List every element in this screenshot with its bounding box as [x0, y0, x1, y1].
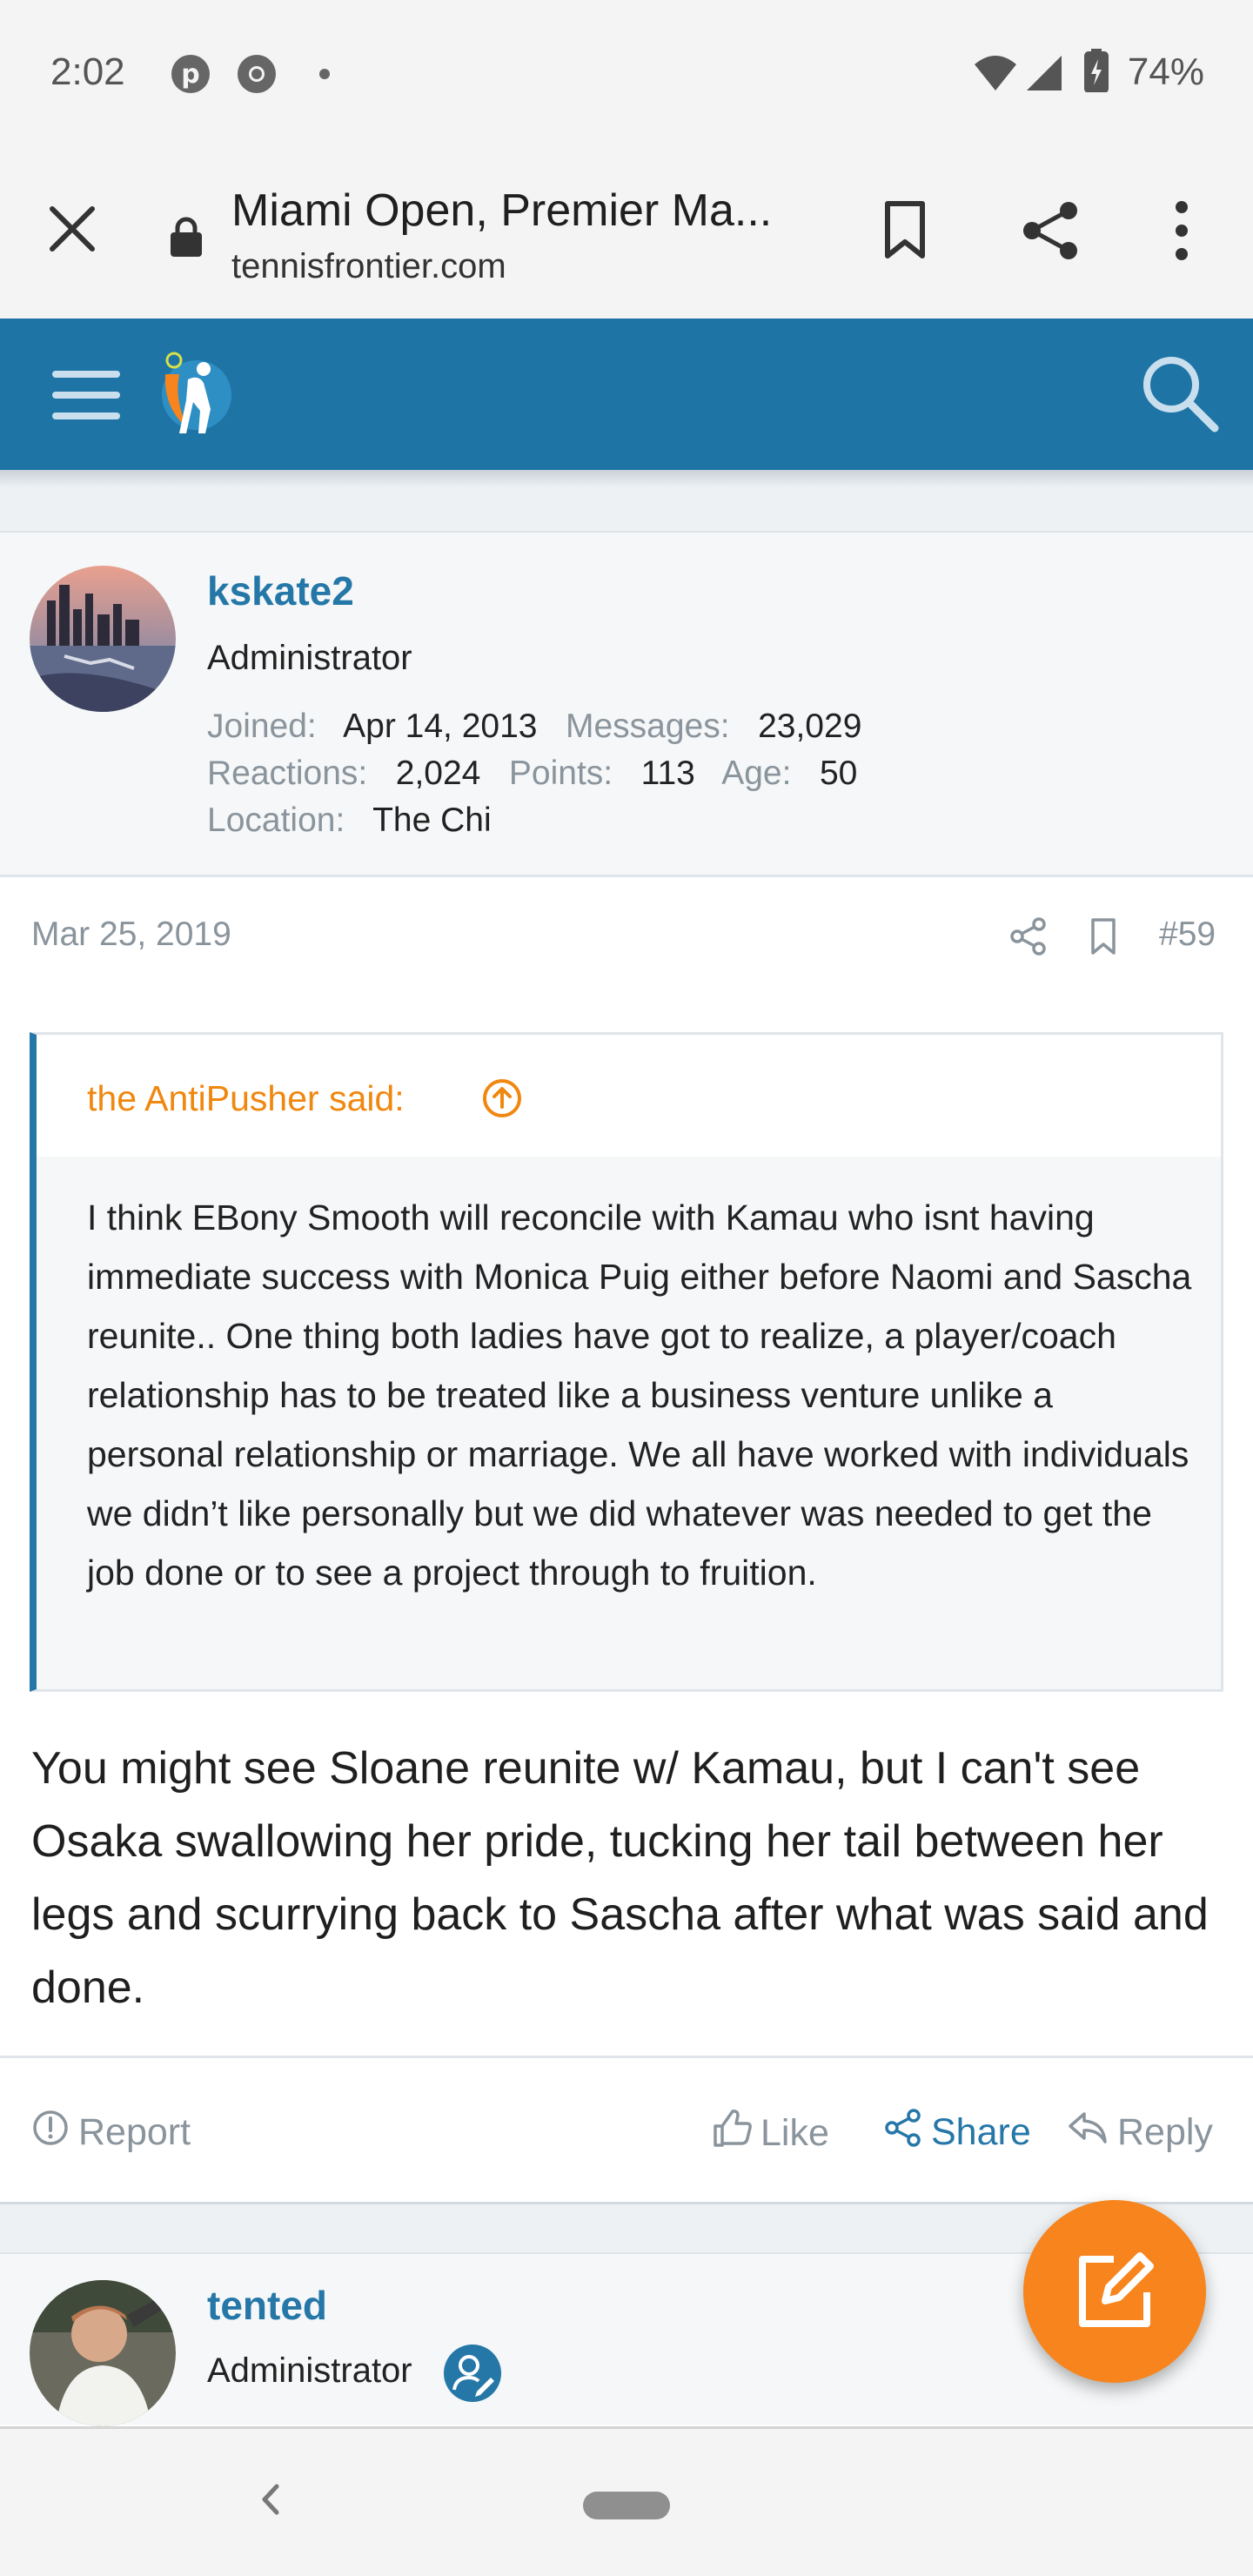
- reactions-label: Reactions:: [207, 755, 368, 792]
- messages-label: Messages:: [565, 708, 730, 745]
- bookmark-icon[interactable]: [879, 198, 931, 265]
- page-gap: [0, 487, 1253, 533]
- status-time: 2:02: [50, 50, 125, 93]
- like-button[interactable]: Like: [712, 2109, 829, 2158]
- reply-icon: [1067, 2109, 1109, 2157]
- post-actions: Report Like Share Reply: [0, 2056, 1253, 2202]
- logo-icon[interactable]: [153, 348, 237, 443]
- site-header: [0, 319, 1253, 470]
- header-shadow: [0, 470, 1253, 487]
- username[interactable]: tented: [207, 2282, 327, 2329]
- pinterest-icon: p: [171, 54, 211, 98]
- arrow-up-circle-icon[interactable]: [482, 1078, 522, 1123]
- back-icon[interactable]: [258, 2478, 284, 2526]
- user-title: Administrator: [207, 639, 412, 677]
- system-nav-bar: [0, 2426, 1253, 2576]
- quote-header[interactable]: the AntiPusher said:: [37, 1035, 1221, 1157]
- share-button[interactable]: Share: [884, 2109, 1031, 2157]
- staff-badge-icon: [442, 2343, 503, 2408]
- share-icon[interactable]: [1018, 198, 1082, 267]
- notification-dot-icon: [318, 68, 331, 84]
- battery-icon: [1084, 49, 1109, 97]
- home-pill[interactable]: [583, 2492, 670, 2519]
- search-icon[interactable]: [1138, 352, 1222, 439]
- post-date[interactable]: Mar 25, 2019: [31, 916, 231, 954]
- quote-text: I think EBony Smooth will reconcile with…: [87, 1197, 1192, 1593]
- joined-value: Apr 14, 2013: [343, 708, 538, 745]
- thumbs-up-icon: [712, 2109, 752, 2158]
- quote-block: the AntiPusher said: I think EBony Smoot…: [30, 1032, 1223, 1692]
- post-meta: Mar 25, 2019 #59: [0, 879, 1253, 992]
- location-value: The Chi: [372, 802, 492, 839]
- hamburger-icon[interactable]: [52, 367, 120, 427]
- age-value: 50: [819, 755, 858, 792]
- new-post-button[interactable]: [1023, 2200, 1206, 2383]
- username[interactable]: kskate2: [207, 567, 354, 614]
- avatar[interactable]: [30, 2280, 176, 2426]
- page-domain: tennisfrontier.com: [231, 247, 506, 285]
- chrome-icon: [237, 54, 277, 98]
- share-label: Share: [931, 2111, 1031, 2153]
- close-icon[interactable]: [45, 202, 99, 260]
- svg-text:p: p: [181, 59, 199, 90]
- browser-toolbar: Miami Open, Premier Ma... tennisfrontier…: [0, 150, 1253, 319]
- page-title: Miami Open, Premier Ma...: [231, 185, 773, 236]
- location-label: Location:: [207, 802, 345, 839]
- bookmark-icon[interactable]: [1086, 917, 1121, 960]
- report-label: Report: [78, 2111, 191, 2153]
- wifi-icon: [973, 54, 1018, 97]
- status-bar: 2:02 p 74%: [0, 0, 1253, 150]
- like-label: Like: [761, 2112, 829, 2154]
- points-label: Points:: [508, 755, 613, 792]
- post-user-info: kskate2 Administrator Joined: Apr 14, 20…: [0, 533, 1253, 877]
- messages-value: 23,029: [758, 708, 862, 745]
- lock-icon: [169, 216, 204, 262]
- joined-label: Joined:: [207, 708, 317, 745]
- quote-author[interactable]: the AntiPusher said:: [87, 1078, 405, 1119]
- more-icon[interactable]: [1166, 198, 1197, 267]
- reply-button[interactable]: Reply: [1067, 2109, 1213, 2157]
- battery-percent: 74%: [1127, 50, 1204, 93]
- share-icon: [884, 2109, 922, 2157]
- age-label: Age:: [721, 755, 792, 792]
- user-title: Administrator: [207, 2351, 412, 2390]
- points-value: 113: [640, 755, 695, 792]
- report-button[interactable]: Report: [31, 2109, 191, 2157]
- signal-icon: [1025, 54, 1063, 97]
- reply-label: Reply: [1117, 2111, 1213, 2153]
- user-stats: Joined: Apr 14, 2013 Messages: 23,029 Re…: [207, 703, 861, 844]
- avatar[interactable]: [30, 566, 176, 712]
- post-number[interactable]: #59: [1159, 916, 1216, 954]
- share-icon[interactable]: [1009, 917, 1048, 960]
- post-message: You might see Sloane reunite w/ Kamau, b…: [31, 1743, 1209, 2013]
- reactions-value: 2,024: [395, 755, 481, 792]
- report-icon: [31, 2109, 70, 2157]
